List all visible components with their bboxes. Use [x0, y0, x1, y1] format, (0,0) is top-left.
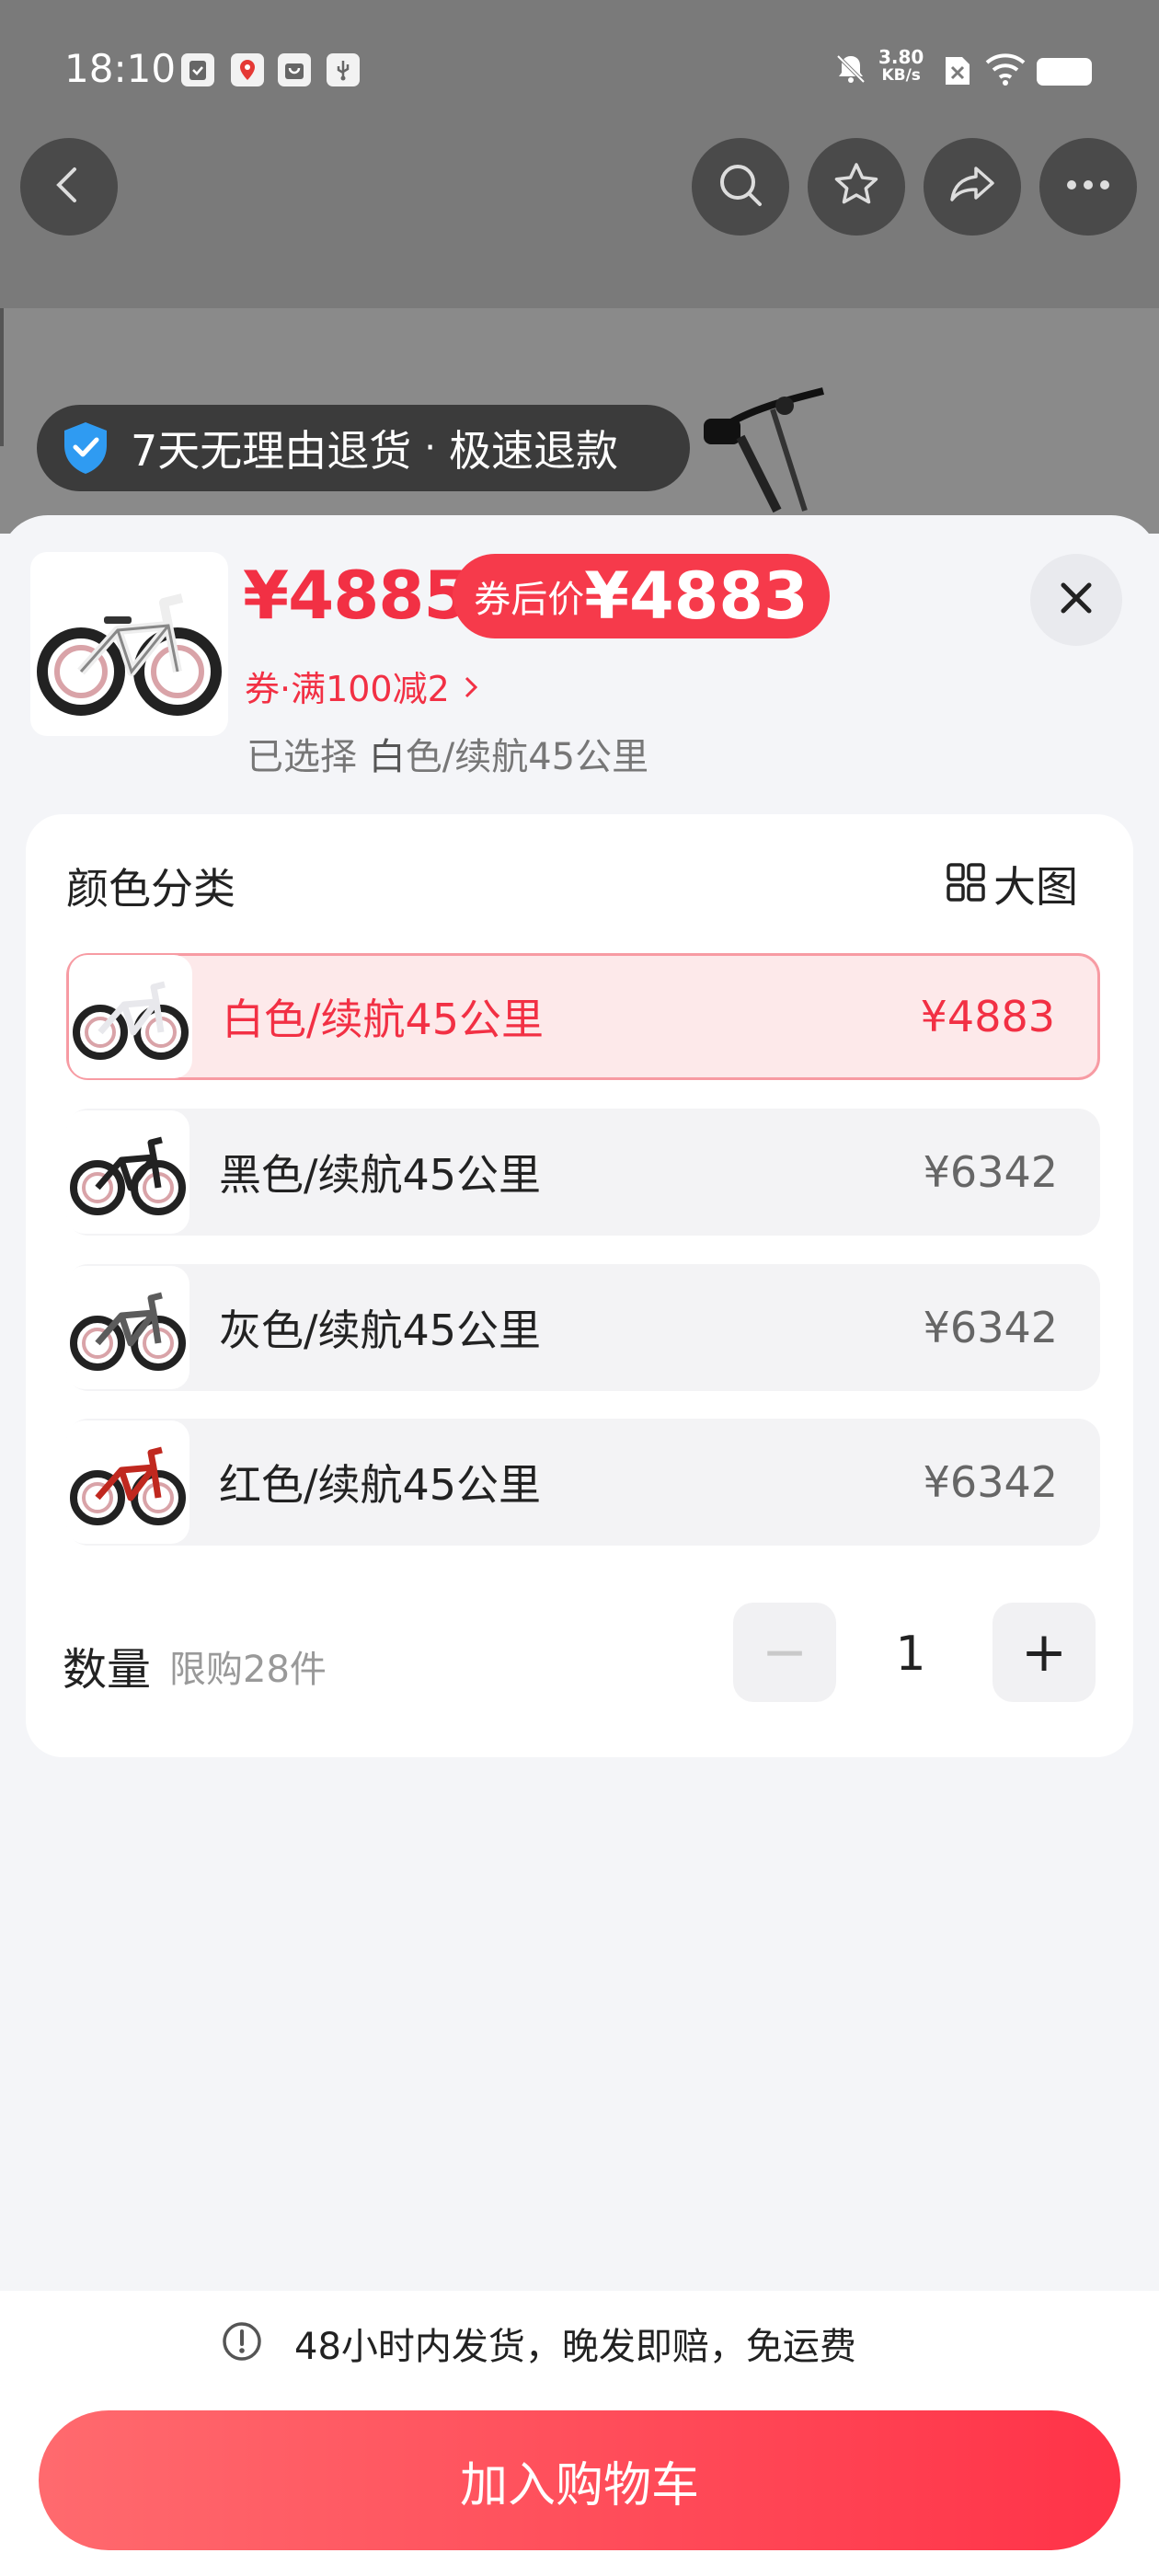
sim-off-icon [942, 53, 973, 92]
star-icon [829, 157, 884, 216]
color-category-title: 颜色分类 [66, 864, 235, 914]
quantity-increase-button[interactable]: + [993, 1603, 1096, 1702]
product-thumbnail[interactable] [30, 552, 228, 736]
variant-thumbnail [69, 955, 192, 1078]
selected-variant-first-char: 白 [368, 736, 406, 778]
variant-name: 红色/续航45公里 [219, 1460, 542, 1510]
variant-name: 黑色/续航45公里 [219, 1150, 542, 1200]
product-photo-handlebar [685, 373, 832, 524]
chevron-right-icon [461, 669, 481, 709]
net-speed-value: 3.80 [878, 46, 924, 68]
bike-image [37, 593, 222, 716]
variant-thumbnail [66, 1420, 189, 1544]
coupon-price-label: 券后价 [474, 579, 585, 621]
coupon-price-pill: 券后价 ¥4883 [453, 554, 830, 638]
selected-prefix: 已选择 [247, 736, 357, 778]
net-speed-unit: KB/s [881, 66, 921, 85]
variant-price: ¥4883 [920, 992, 1055, 1041]
big-view-toggle[interactable]: 大图 [946, 854, 1078, 914]
search-icon [713, 157, 768, 216]
quantity-label: 数量 [63, 1644, 152, 1696]
variant-option[interactable]: 白色/续航45公里 ¥4883 [66, 953, 1100, 1080]
big-view-label: 大图 [993, 862, 1078, 912]
shipping-note-text: 48小时内发货，晚发即赔，免运费 [294, 2326, 856, 2368]
quantity-value[interactable]: 1 [860, 1627, 961, 1682]
share-icon [945, 157, 1000, 216]
return-separator: · [424, 427, 436, 469]
variant-name: 灰色/续航45公里 [219, 1305, 542, 1355]
product-price: ¥4885 [243, 557, 469, 634]
variant-thumbnail [66, 1266, 189, 1389]
variant-option[interactable]: 红色/续航45公里 ¥6342 [66, 1419, 1100, 1546]
variant-option[interactable]: 黑色/续航45公里 ¥6342 [66, 1109, 1100, 1236]
favorite-button[interactable] [808, 138, 905, 236]
map-pin-icon [231, 53, 264, 86]
return-policy-badge[interactable]: 7天无理由退货 · 极速退款 [37, 405, 690, 491]
search-button[interactable] [692, 138, 789, 236]
more-button[interactable] [1039, 138, 1137, 236]
share-button[interactable] [924, 138, 1021, 236]
info-icon[interactable] [221, 2320, 263, 2366]
shield-check-icon [55, 418, 116, 478]
bell-mute-icon [832, 51, 869, 91]
net-speed: 3.80 KB/s [878, 48, 924, 85]
selected-variant-summary: 已选择 白色/续航45公里 [247, 727, 648, 780]
selected-variant-rest: 色/续航45公里 [405, 736, 649, 778]
fast-refund-text: 极速退款 [449, 426, 618, 476]
quantity-decrease-button[interactable]: − [733, 1603, 836, 1702]
photo-edge [0, 308, 4, 446]
battery-icon [1037, 58, 1092, 86]
usb-icon [327, 53, 360, 86]
coupon-price-value: ¥4883 [584, 558, 809, 634]
coupon-offer-link[interactable]: 券·满100减2 [245, 661, 481, 711]
status-time: 18:10 [64, 46, 177, 91]
variant-price: ¥6342 [923, 1303, 1058, 1352]
variant-name: 白色/续航45公里 [222, 995, 545, 1044]
clipboard-icon [181, 53, 214, 86]
return-policy-text: 7天无理由退货 [131, 426, 412, 476]
wifi-icon [984, 52, 1027, 90]
variant-price: ¥6342 [923, 1457, 1058, 1507]
purchase-limit: 限购28件 [169, 1649, 327, 1691]
close-icon [1058, 580, 1095, 620]
variant-thumbnail [66, 1110, 189, 1234]
shipping-note: 48小时内发货，晚发即赔，免运费 [221, 2317, 856, 2370]
variant-option[interactable]: 灰色/续航45公里 ¥6342 [66, 1264, 1100, 1391]
more-icon [1061, 176, 1116, 198]
variant-price: ¥6342 [923, 1147, 1058, 1197]
chevron-left-icon [46, 162, 92, 212]
shopping-bag-icon [278, 53, 311, 86]
grid-icon [946, 862, 986, 906]
back-button[interactable] [20, 138, 118, 236]
close-button[interactable] [1030, 554, 1122, 646]
status-bar: 18:10 3.80 KB/s [0, 0, 1159, 138]
add-to-cart-button[interactable]: 加入购物车 [39, 2410, 1120, 2550]
coupon-offer-text: 券·满100减2 [245, 669, 450, 709]
